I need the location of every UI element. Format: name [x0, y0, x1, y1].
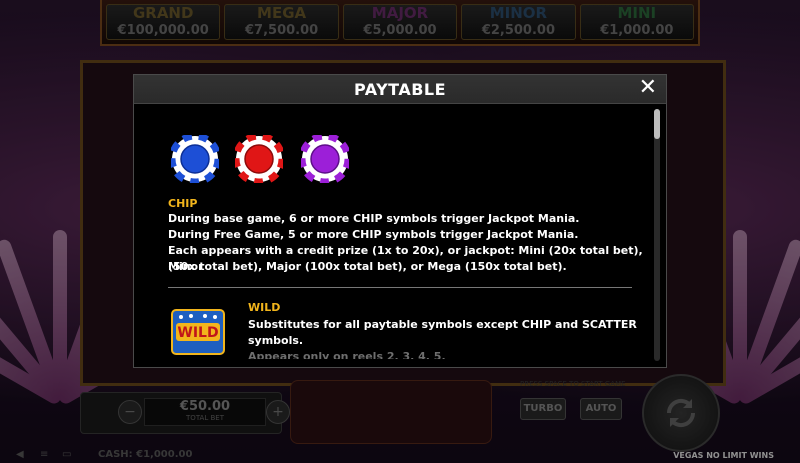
chip-description-line: During base game, 6 or more CHIP symbols…	[168, 212, 580, 225]
chip-description-line: During Free Game, 5 or more CHIP symbols…	[168, 228, 579, 241]
wild-logo-text: WILD	[177, 325, 218, 341]
scroll-thumb[interactable]	[654, 109, 660, 139]
red-chip-icon	[235, 135, 283, 183]
wild-symbol-icon: WILD	[171, 309, 225, 355]
wild-description-line: symbols.	[248, 334, 304, 347]
paytable-content[interactable]: CHIP During base game, 6 or more CHIP sy…	[134, 103, 648, 359]
wild-section-title: WILD	[248, 301, 281, 314]
wild-description-line: Substitutes for all paytable symbols exc…	[248, 318, 637, 331]
modal-title: PAYTABLE	[353, 80, 447, 99]
section-divider	[168, 287, 632, 288]
paytable-modal: PAYTABLE ✕ CHIP During base game, 6 or m…	[133, 74, 667, 368]
purple-chip-icon	[301, 135, 349, 183]
wild-description-line: Appears only on reels 2, 3, 4, 5.	[248, 350, 446, 359]
blue-chip-icon	[171, 135, 219, 183]
scrollbar[interactable]	[654, 109, 660, 361]
modal-header: PAYTABLE ✕	[134, 75, 666, 104]
close-button[interactable]: ✕	[639, 77, 657, 99]
chip-description-line: (50x total bet), Major (100x total bet),…	[168, 260, 567, 273]
chip-section-title: CHIP	[168, 197, 198, 210]
